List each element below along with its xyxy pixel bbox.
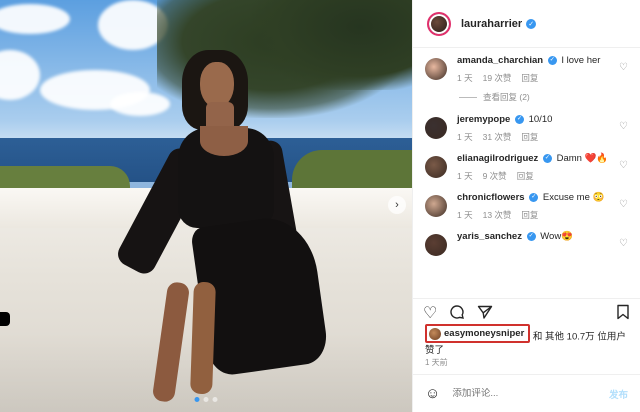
comment-icon[interactable] [449, 304, 465, 324]
comment-input[interactable] [452, 388, 609, 399]
commenter-username[interactable]: amanda_charchian [457, 55, 543, 66]
comment-meta: 1 天 9 次赞 回复 [457, 170, 612, 182]
comment-text: Wow😍 [540, 231, 574, 242]
comment-item: yaris_sanchez ✓ Wow😍 ♡ [425, 230, 628, 256]
post-photo[interactable]: › [0, 0, 412, 412]
comment-time: 1 天 [457, 210, 473, 220]
commenter-avatar[interactable] [425, 117, 447, 139]
instagram-post: › lauraharrier ✓ amanda_charchian ✓ I lo… [0, 0, 640, 412]
verified-icon: ✓ [529, 192, 539, 202]
comment-text-line: jeremypope ✓ 10/10 [457, 113, 612, 127]
reply-button[interactable]: 回复 [521, 131, 538, 143]
comment-heart-icon[interactable]: ♡ [619, 199, 628, 210]
reply-button[interactable]: 回复 [521, 209, 538, 221]
verified-icon: ✓ [526, 18, 537, 29]
share-icon[interactable] [477, 304, 493, 324]
comment-heart-icon[interactable]: ♡ [619, 121, 628, 132]
neckline [200, 126, 248, 156]
comment-time: 1 天 [457, 132, 473, 142]
comment-meta: 1 天 31 次赞 回复 [457, 131, 612, 143]
comment-time: 1 天 [457, 73, 473, 83]
carousel-dot [212, 397, 218, 402]
bookmark-icon[interactable] [616, 304, 630, 324]
verified-icon: ✓ [547, 55, 557, 65]
emoji-icon[interactable]: ☺ [425, 385, 440, 402]
likes-suffix: 赞了 [425, 344, 445, 356]
comment-body: yaris_sanchez ✓ Wow😍 [457, 230, 628, 256]
commenter-avatar[interactable] [425, 156, 447, 178]
commenter-username[interactable]: elianagilrodriguez [457, 153, 538, 164]
comment-body: amanda_charchian ✓ I love her 1 天 19 次赞 … [457, 54, 628, 84]
author-avatar[interactable] [427, 11, 451, 36]
comment-text: 10/10 [528, 114, 553, 125]
comment-body: jeremypope ✓ 10/10 1 天 31 次赞 回复 [457, 113, 628, 143]
comment-text: I love her [561, 55, 601, 66]
liker-username[interactable]: easymoneysniper [444, 327, 524, 340]
comment-text: Excuse me 😳 [542, 192, 605, 203]
commenter-username[interactable]: jeremypope [457, 114, 510, 125]
comment-heart-icon[interactable]: ♡ [619, 62, 628, 73]
comment-text-line: amanda_charchian ✓ I love her [457, 54, 612, 68]
comment-text-line: yaris_sanchez ✓ Wow😍 [457, 230, 612, 244]
post-header: lauraharrier ✓ [413, 0, 640, 48]
verified-icon: ✓ [526, 231, 536, 241]
prev-indicator [0, 312, 10, 326]
view-replies-label[interactable]: 查看回复 (2) [483, 91, 530, 103]
comment-item: amanda_charchian ✓ I love her 1 天 19 次赞 … [425, 54, 628, 84]
view-replies-link[interactable]: 查看回复 (2) [459, 91, 628, 103]
woman-figure [113, 50, 330, 412]
likes-summary: easymoneysniper 和 其他 10.7万 位用户 赞了 [425, 324, 630, 357]
heart-icon[interactable]: ♡ [423, 305, 437, 322]
next-photo-arrow-icon[interactable]: › [388, 196, 406, 214]
verified-icon: ✓ [514, 114, 524, 124]
comment-text-line: chronicflowers ✓ Excuse me 😳 [457, 191, 612, 205]
verified-icon: ✓ [542, 153, 552, 163]
comment-body: chronicflowers ✓ Excuse me 😳 1 天 13 次赞 回… [457, 191, 628, 221]
comment-heart-icon[interactable]: ♡ [619, 238, 628, 249]
comment-item: elianagilrodriguez ✓ Damn ❤️🔥 1 天 9 次赞 回… [425, 152, 628, 182]
reply-button[interactable]: 回复 [521, 72, 538, 84]
reply-button[interactable]: 回复 [517, 170, 534, 182]
commenter-avatar[interactable] [425, 234, 447, 256]
carousel-dots [194, 397, 218, 402]
post-sidebar: lauraharrier ✓ amanda_charchian ✓ I love… [412, 0, 640, 412]
comment-text: Damn ❤️🔥 [556, 153, 609, 164]
likes-count-text[interactable]: 和 其他 10.7万 位用户 [533, 332, 626, 343]
replies-dash [459, 96, 477, 98]
comment-body: elianagilrodriguez ✓ Damn ❤️🔥 1 天 9 次赞 回… [457, 152, 628, 182]
commenter-avatar[interactable] [425, 195, 447, 217]
comment-likes[interactable]: 9 次赞 [483, 170, 507, 182]
leg [151, 281, 191, 403]
comment-heart-icon[interactable]: ♡ [619, 160, 628, 171]
comment-time: 1 天 [457, 171, 473, 181]
post-comment-button[interactable]: 发布 [609, 387, 628, 401]
author-username[interactable]: lauraharrier [461, 18, 522, 30]
comment-text-line: elianagilrodriguez ✓ Damn ❤️🔥 [457, 152, 612, 166]
comment-item: jeremypope ✓ 10/10 1 天 31 次赞 回复 ♡ [425, 113, 628, 143]
coastline [0, 166, 130, 190]
carousel-dot [203, 397, 209, 402]
commenter-avatar[interactable] [425, 58, 447, 80]
comment-item: chronicflowers ✓ Excuse me 😳 1 天 13 次赞 回… [425, 191, 628, 221]
liker-avatar [429, 327, 441, 340]
comment-meta: 1 天 19 次赞 回复 [457, 72, 612, 84]
carousel-dot [194, 397, 200, 402]
post-timestamp: 1 天前 [425, 358, 448, 367]
commenter-username[interactable]: yaris_sanchez [457, 231, 522, 242]
leg [190, 281, 216, 395]
comment-likes[interactable]: 19 次赞 [483, 72, 512, 84]
add-comment-bar: ☺ 发布 [413, 374, 640, 412]
comment-list[interactable]: amanda_charchian ✓ I love her 1 天 19 次赞 … [413, 48, 640, 298]
liker-highlight[interactable]: easymoneysniper [425, 324, 531, 343]
comment-likes[interactable]: 13 次赞 [483, 209, 512, 221]
commenter-username[interactable]: chronicflowers [457, 192, 525, 203]
comment-meta: 1 天 13 次赞 回复 [457, 209, 612, 221]
comment-likes[interactable]: 31 次赞 [483, 131, 512, 143]
